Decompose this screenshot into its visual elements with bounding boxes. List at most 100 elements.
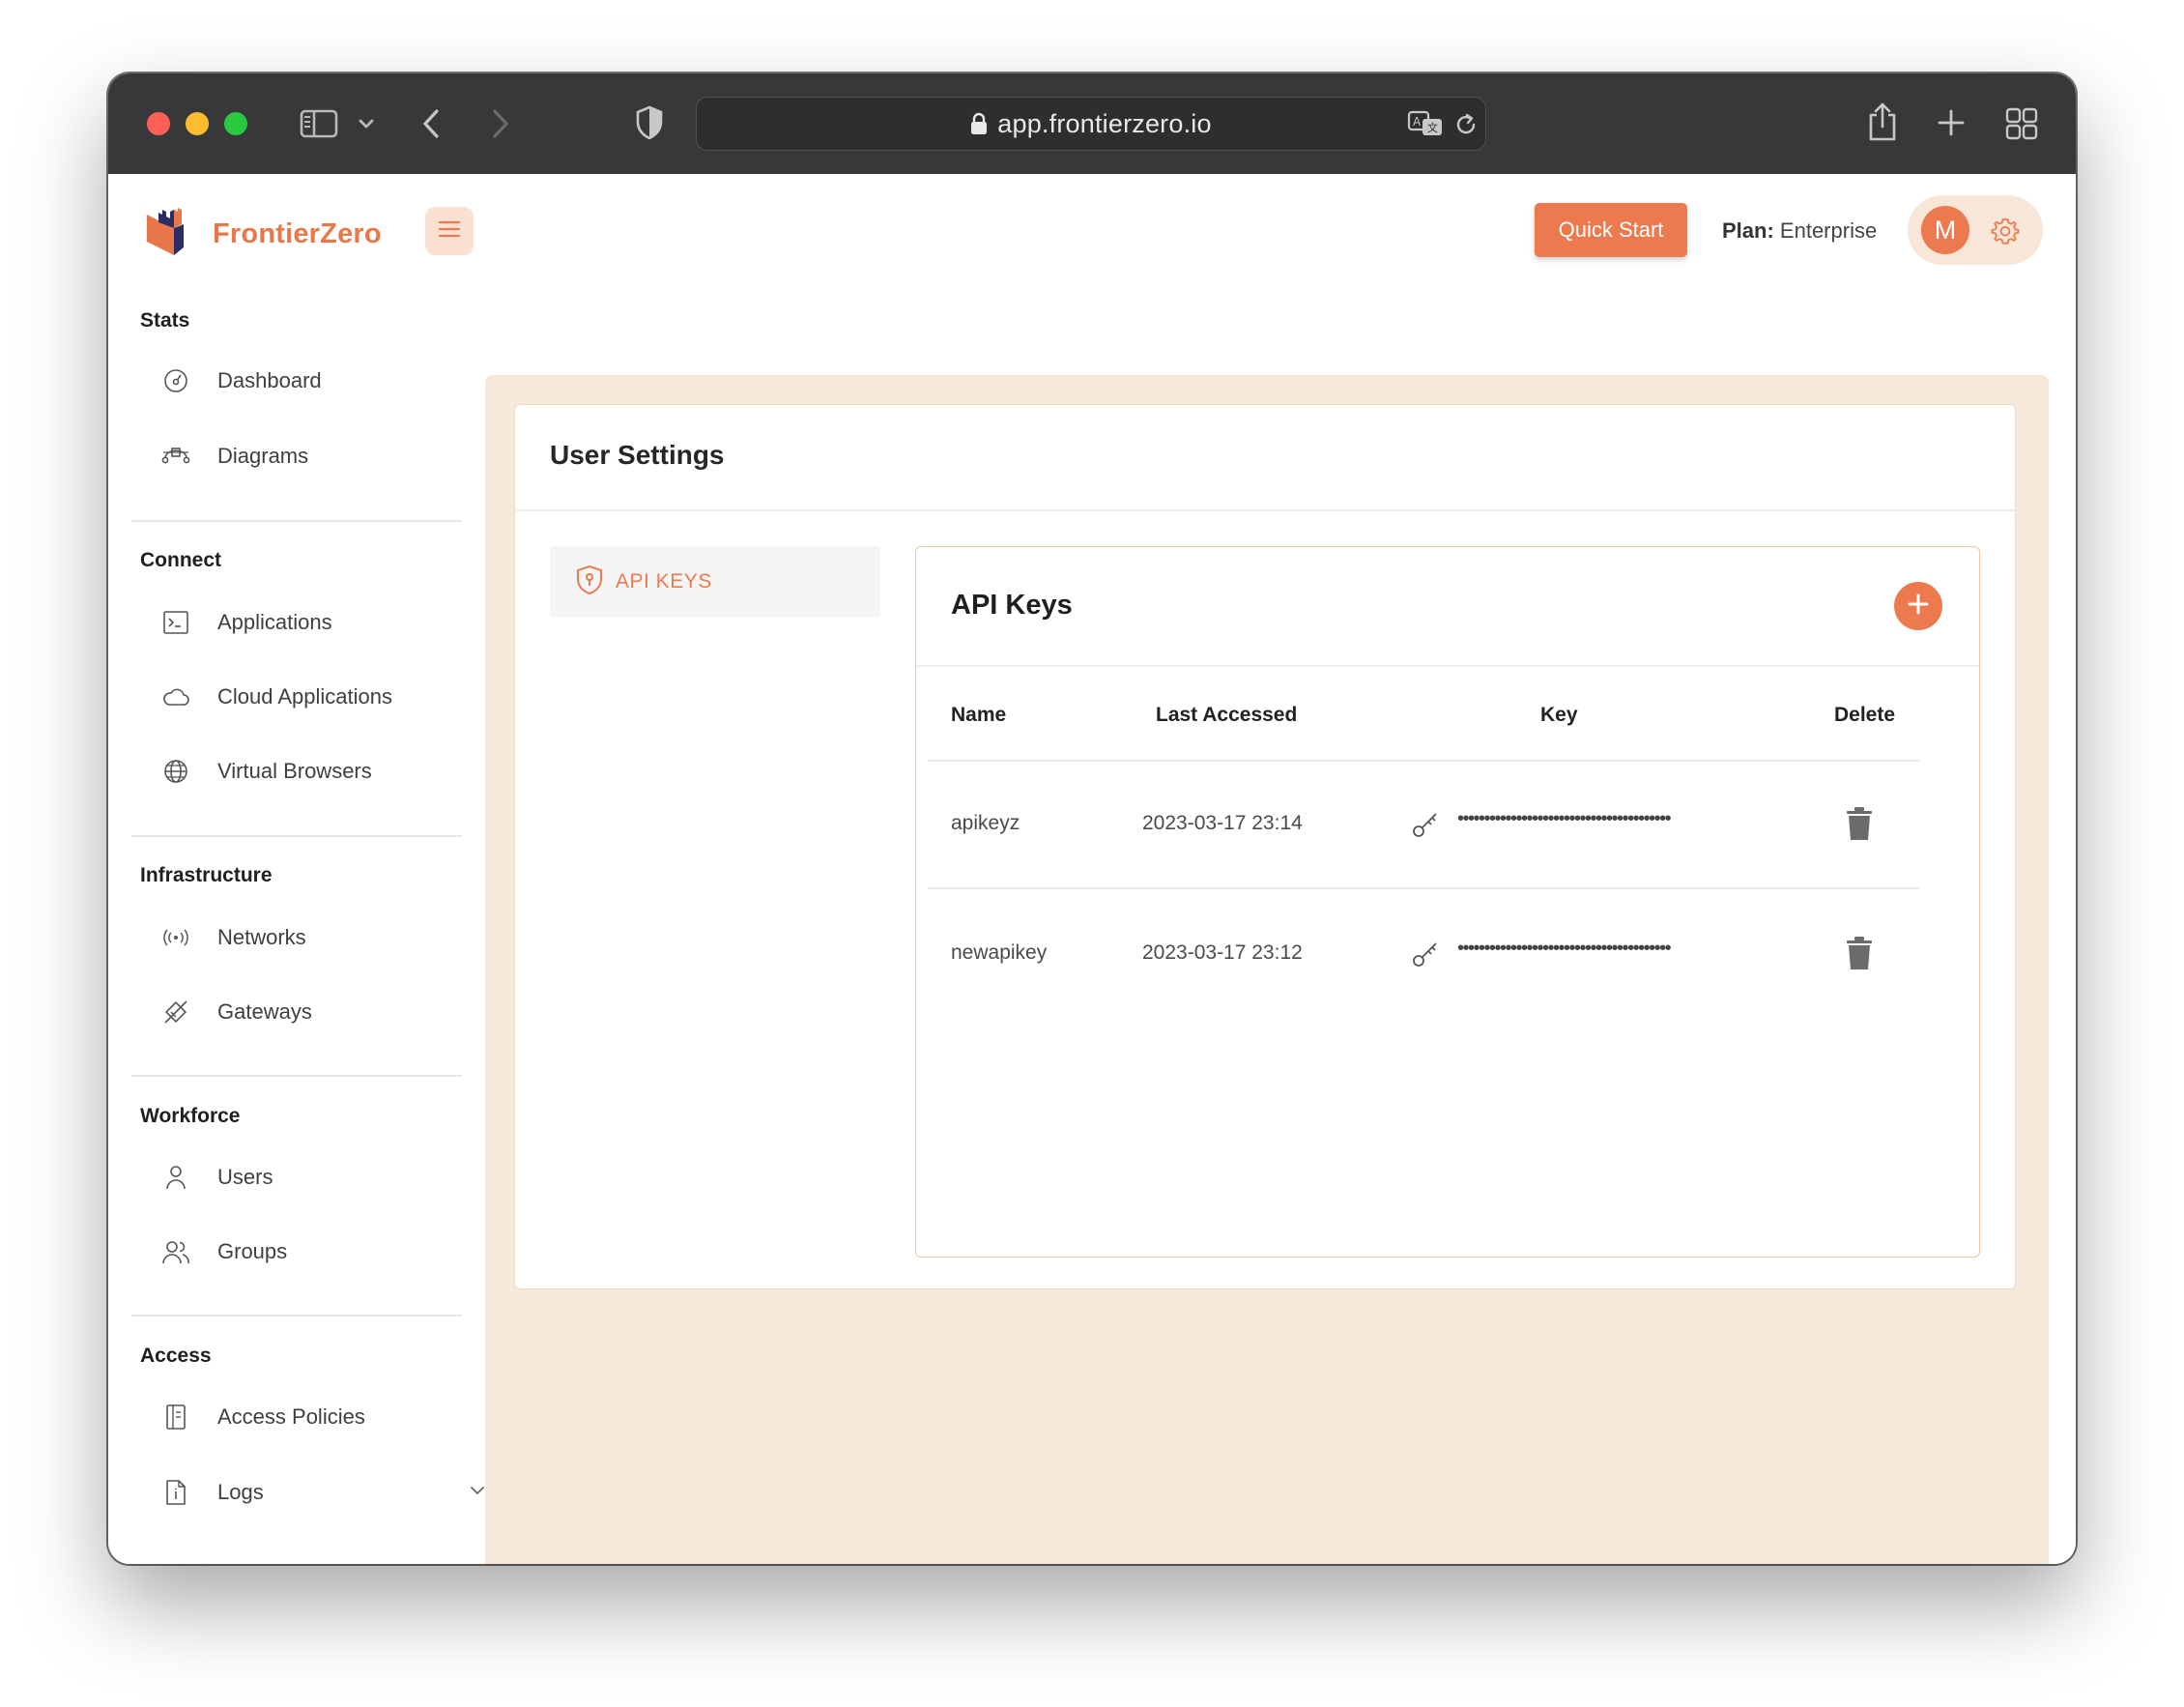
menu-toggle-button[interactable]: [425, 207, 474, 255]
sidebar-item-virtual-browsers[interactable]: Virtual Browsers: [161, 752, 372, 791]
sidebar-item-networks[interactable]: Networks: [161, 918, 306, 957]
divider: [131, 520, 462, 522]
lock-icon: [970, 112, 988, 135]
section-title-access: Access: [140, 1345, 212, 1367]
sidebar-item-applications[interactable]: Applications: [161, 603, 332, 642]
sidebar-item-access-policies[interactable]: Access Policies: [161, 1398, 365, 1436]
sidebar-toggle-icon[interactable]: [298, 106, 340, 141]
sidebar-item-label: Cloud Applications: [217, 684, 393, 709]
plus-icon: [1906, 592, 1931, 622]
column-header-name: Name: [951, 704, 1007, 726]
sidebar-item-gateways[interactable]: Gateways: [161, 993, 312, 1031]
sidebar-item-label: Groups: [217, 1239, 288, 1263]
globe-icon: [161, 757, 190, 786]
key-icon: [1411, 810, 1440, 844]
key-name: newapikey: [951, 941, 1048, 964]
group-icon: [161, 1237, 190, 1266]
column-header-delete: Delete: [1834, 704, 1896, 726]
panel-title: API Keys: [951, 590, 1073, 621]
diagram-icon: [161, 442, 190, 471]
page-title: User Settings: [550, 440, 725, 470]
section-title-infrastructure: Infrastructure: [140, 864, 273, 886]
back-arrow-icon[interactable]: [417, 106, 446, 141]
plan-label: Plan:: [1722, 218, 1774, 243]
brand-name: FrontierZero: [213, 218, 382, 249]
divider: [928, 760, 1919, 762]
sidebar-item-label: Applications: [217, 610, 332, 634]
address-bar[interactable]: app.frontierzero.io A文: [696, 97, 1486, 151]
cloud-icon: [161, 682, 190, 711]
share-icon[interactable]: [1865, 101, 1900, 143]
url-text: app.frontierzero.io: [997, 108, 1212, 138]
sidebar-item-label: Virtual Browsers: [217, 759, 372, 783]
svg-text:A: A: [1413, 115, 1422, 129]
sidebar-item-label: Diagrams: [217, 444, 309, 468]
sidebar-item-label: Access Policies: [217, 1404, 365, 1429]
svg-text:文: 文: [1427, 121, 1438, 134]
divider: [131, 1075, 462, 1077]
sidebar-item-dashboard[interactable]: Dashboard: [161, 362, 322, 400]
trash-icon[interactable]: [1846, 806, 1873, 846]
user-menu[interactable]: M: [1908, 195, 2043, 265]
user-settings-card: User Settings API KEYS API Keys Name Las…: [514, 404, 2016, 1289]
castle-logo-icon: [145, 207, 203, 262]
key-name: apikeyz: [951, 812, 1020, 834]
section-title-stats: Stats: [140, 309, 190, 332]
tab-overview-icon[interactable]: [2004, 106, 2039, 141]
shield-key-icon: [575, 564, 604, 600]
avatar[interactable]: M: [1921, 206, 1969, 254]
add-api-key-button[interactable]: [1894, 582, 1942, 630]
broadcast-icon: [161, 923, 190, 952]
divider: [131, 1315, 462, 1316]
reload-icon[interactable]: [1452, 110, 1480, 139]
new-tab-plus-icon[interactable]: [1935, 106, 1968, 139]
tab-api-keys[interactable]: API KEYS: [550, 546, 880, 618]
translate-icon[interactable]: A文: [1406, 109, 1445, 138]
gear-icon[interactable]: [1991, 217, 2020, 250]
minimize-window-button[interactable]: [186, 112, 209, 135]
trash-icon[interactable]: [1846, 936, 1873, 975]
key-last-accessed: 2023-03-17 23:12: [1142, 941, 1303, 964]
policy-icon: [161, 1403, 190, 1432]
zoom-window-button[interactable]: [224, 112, 247, 135]
divider: [916, 665, 1979, 667]
divider: [515, 509, 2015, 511]
sidebar-item-cloud-applications[interactable]: Cloud Applications: [161, 678, 392, 716]
browser-toolbar: app.frontierzero.io A文: [108, 73, 2076, 174]
sidebar-item-diagrams[interactable]: Diagrams: [161, 437, 308, 476]
plan-indicator: Plan: Enterprise: [1722, 218, 1877, 244]
section-title-connect: Connect: [140, 549, 221, 571]
key-icon: [1411, 940, 1440, 973]
brand-logo[interactable]: FrontierZero: [145, 207, 382, 262]
divider: [928, 887, 1919, 889]
user-icon: [161, 1163, 190, 1192]
sidebar-item-users[interactable]: Users: [161, 1158, 273, 1197]
terminal-icon: [161, 608, 190, 637]
plan-value: Enterprise: [1779, 218, 1878, 243]
sidebar-item-logs[interactable]: Logs: [161, 1473, 484, 1512]
sidebar-item-groups[interactable]: Groups: [161, 1232, 287, 1271]
key-last-accessed: 2023-03-17 23:14: [1142, 812, 1303, 834]
quick-start-button[interactable]: Quick Start: [1535, 203, 1687, 257]
close-window-button[interactable]: [147, 112, 170, 135]
sidebar-item-label: Users: [217, 1165, 273, 1189]
log-icon: [161, 1478, 190, 1507]
forward-arrow-icon[interactable]: [485, 106, 514, 141]
column-header-key: Key: [1540, 704, 1578, 726]
privacy-shield-icon[interactable]: [634, 104, 665, 141]
masked-key: ••••••••••••••••••••••••••••••••••••••••: [1457, 808, 1672, 829]
dashboard-icon: [161, 366, 190, 395]
gateway-icon: [161, 998, 190, 1027]
sidebar-item-label: Dashboard: [217, 368, 322, 392]
sidebar-item-label: Gateways: [217, 999, 312, 1024]
section-title-workforce: Workforce: [140, 1105, 241, 1127]
api-keys-panel: API Keys Name Last Accessed Key Delete a…: [915, 546, 1980, 1258]
masked-key: ••••••••••••••••••••••••••••••••••••••••: [1457, 938, 1672, 959]
divider: [131, 835, 462, 837]
hamburger-icon: [438, 219, 461, 244]
chevron-down-icon[interactable]: [356, 116, 377, 131]
column-header-last-accessed: Last Accessed: [1156, 704, 1298, 726]
sidebar-item-label: Networks: [217, 925, 306, 949]
chevron-down-icon[interactable]: [469, 1484, 486, 1501]
sidebar-item-label: Logs: [217, 1480, 264, 1504]
